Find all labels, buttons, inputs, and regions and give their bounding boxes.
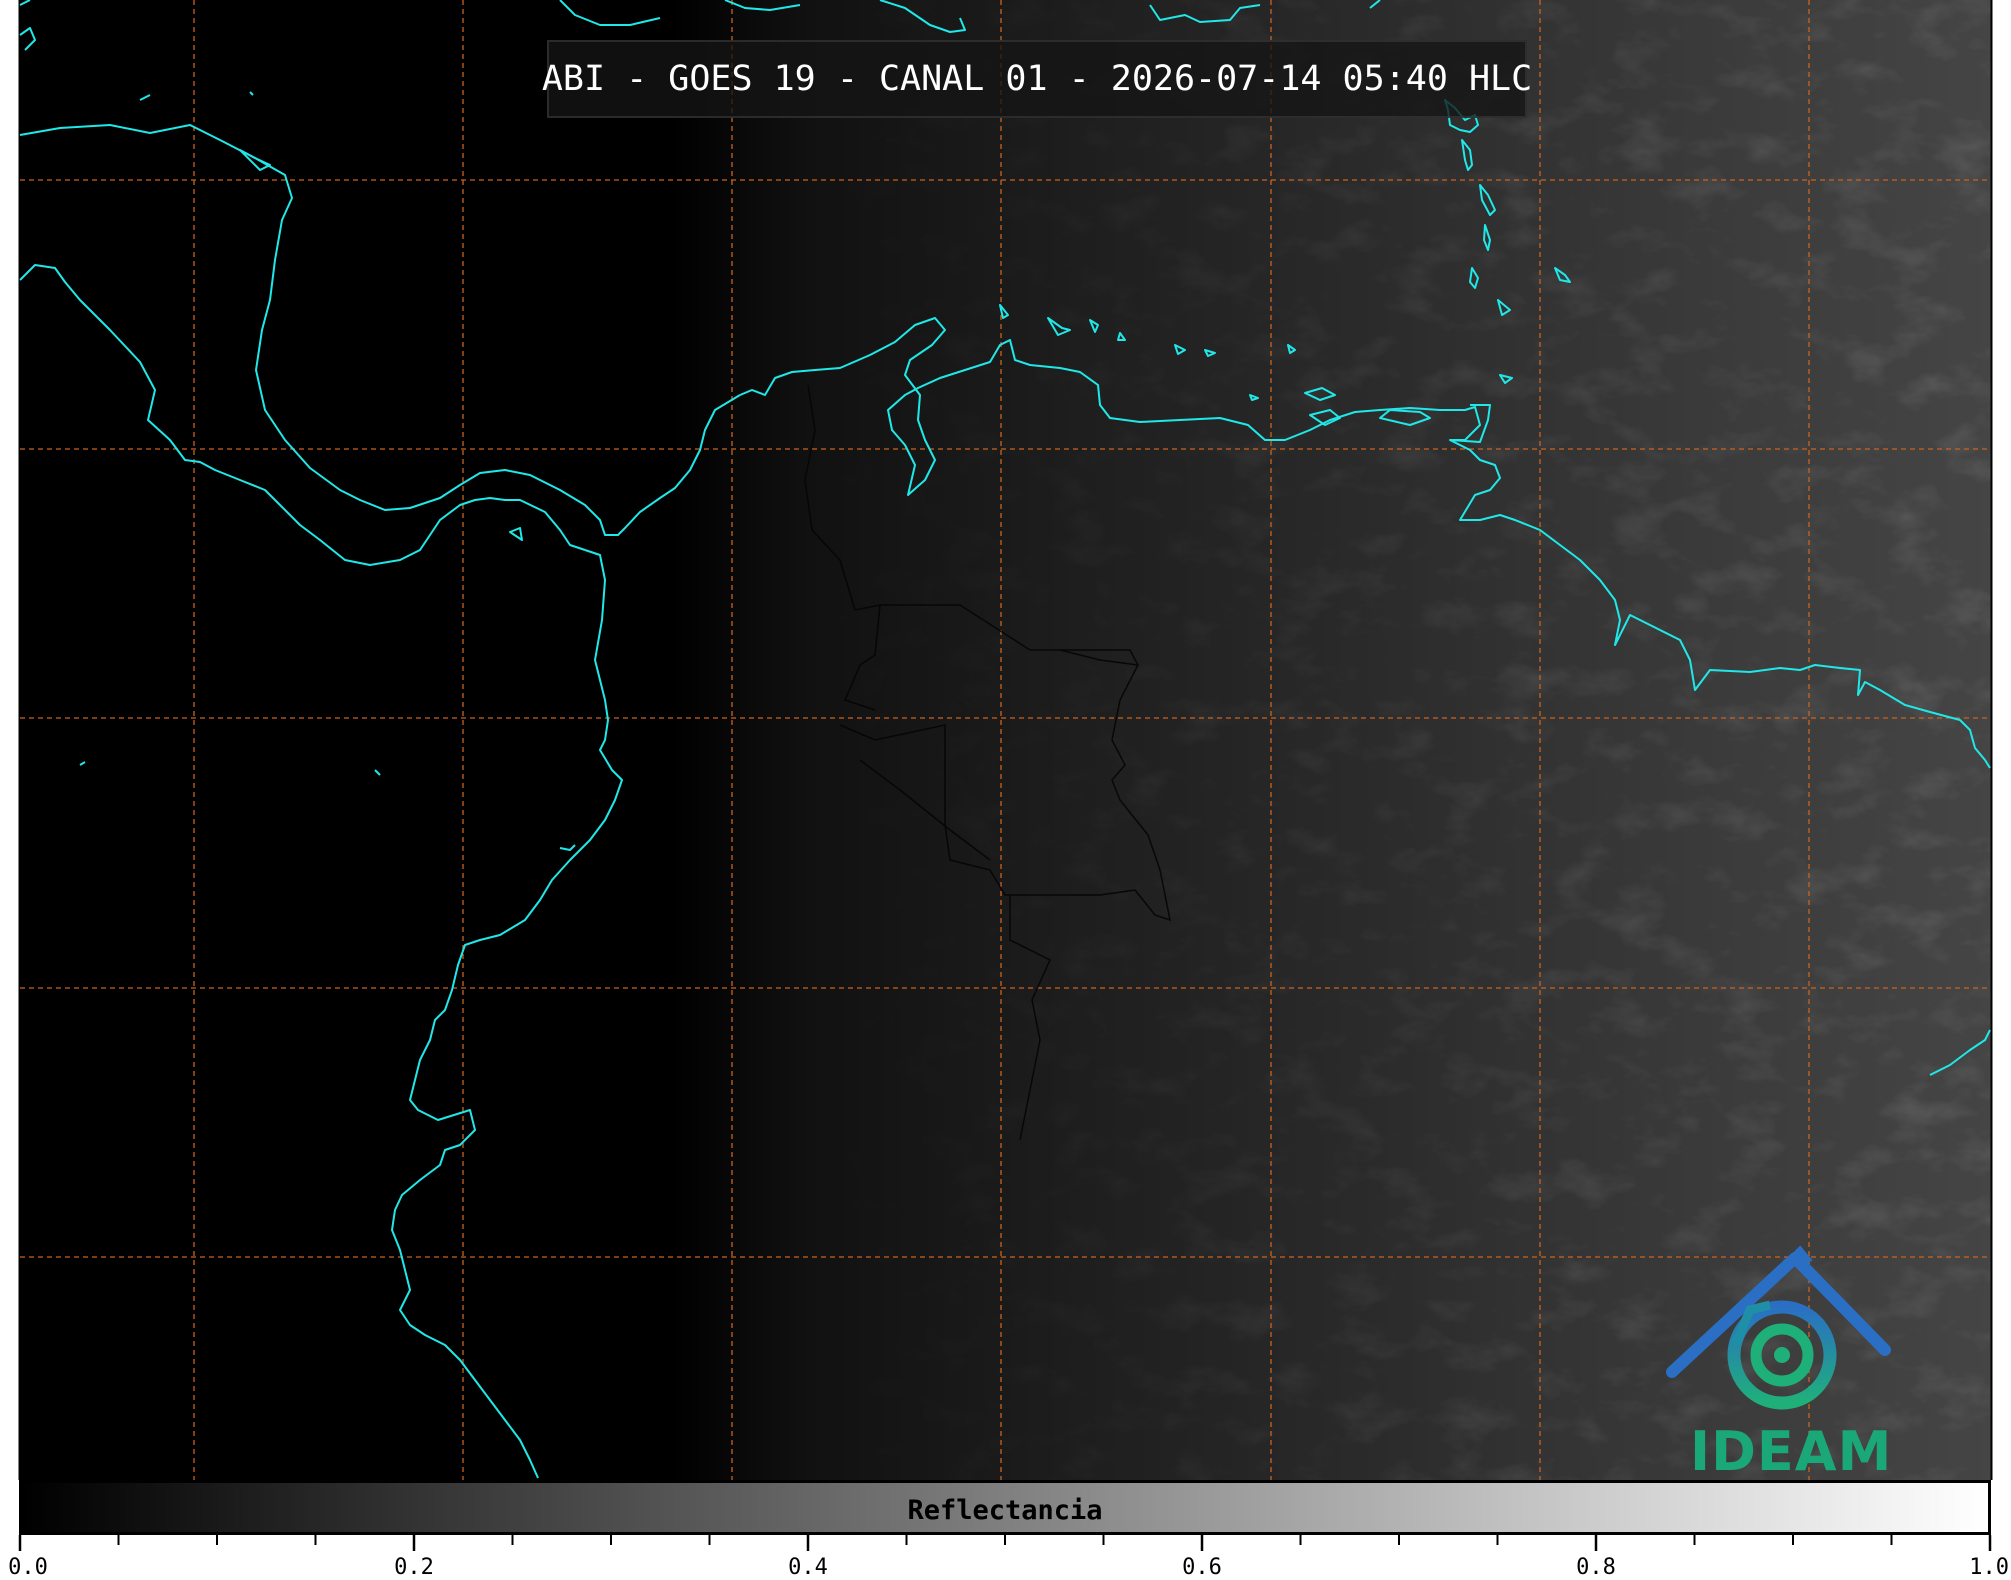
colorbar-tick-label: 0.0 (8, 1555, 48, 1580)
satellite-map (0, 0, 2011, 1480)
colorbar-tick-label: 0.8 (1576, 1555, 1616, 1580)
title-box: ABI - GOES 19 - CANAL 01 - 2026-07-14 05… (542, 40, 1532, 118)
colorbar: Reflectancia (19, 1480, 1991, 1535)
cloud-texture (20, 0, 1992, 1480)
ideam-logo-text: IDEAM (1690, 1420, 1893, 1483)
colorbar-label: Reflectancia (907, 1495, 1103, 1526)
map-title: ABI - GOES 19 - CANAL 01 - 2026-07-14 05… (541, 59, 1533, 99)
colorbar-tick-label: 0.2 (394, 1555, 434, 1580)
colorbar-ticks (18, 1535, 1992, 1551)
colorbar-tick-label: 0.6 (1182, 1555, 1222, 1580)
colorbar-tick-label: 1.0 (1969, 1555, 2009, 1580)
colorbar-tick-label: 0.4 (788, 1555, 828, 1580)
